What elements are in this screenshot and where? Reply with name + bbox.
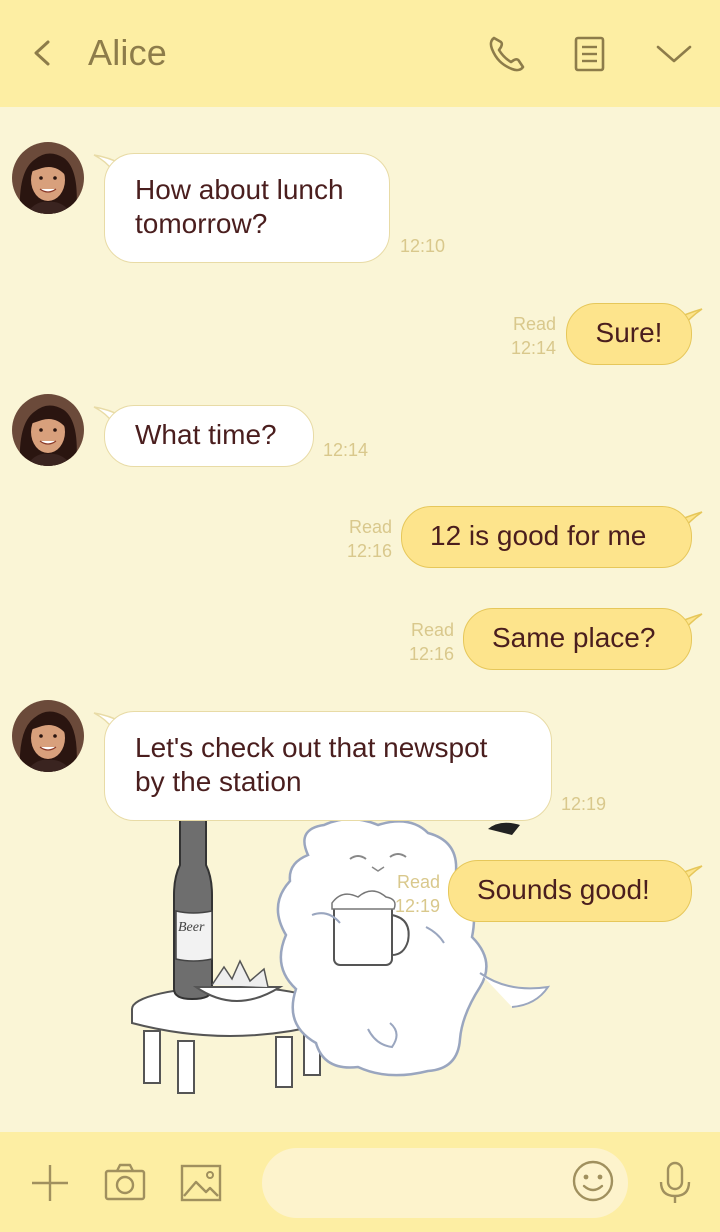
chat-header: Alice [0, 0, 720, 107]
avatar-photo [12, 700, 84, 772]
read-receipt: Read [348, 517, 392, 537]
emoji-icon [572, 1160, 614, 1202]
notes-icon [574, 36, 605, 72]
message-bubble-incoming[interactable]: How about lunch tomorrow? [104, 153, 390, 263]
plus-icon [32, 1165, 68, 1201]
message-input-bar [0, 1132, 720, 1232]
emoji-button[interactable] [570, 1158, 616, 1204]
chevron-down-icon [656, 45, 692, 63]
read-receipt: Read [410, 620, 454, 640]
contact-avatar[interactable] [12, 142, 84, 214]
message-list[interactable]: Beer How about lunch tomorrow? 12:10 Rea… [0, 107, 720, 1132]
message-bubble-outgoing[interactable]: Sounds good! [448, 860, 692, 922]
message-time: 12:19 [561, 794, 607, 814]
message-time: 12:14 [323, 440, 369, 460]
image-icon [180, 1164, 222, 1202]
message-text-line: by the station [135, 766, 302, 797]
message-bubble-outgoing[interactable]: Same place? [463, 608, 692, 670]
microphone-icon [659, 1161, 691, 1203]
message-bubble-outgoing[interactable]: 12 is good for me [401, 506, 692, 568]
message-text-line: tomorrow? [135, 208, 268, 239]
notes-button[interactable] [564, 28, 616, 80]
voice-button[interactable] [652, 1160, 698, 1206]
chat-title: Alice [88, 32, 168, 73]
message-time: 12:16 [346, 541, 392, 561]
message-bubble-incoming[interactable]: What time? [104, 405, 314, 467]
contact-avatar[interactable] [12, 394, 84, 466]
attach-button[interactable] [27, 1160, 73, 1206]
call-button[interactable] [480, 28, 532, 80]
back-button[interactable] [22, 30, 62, 76]
avatar-photo [12, 142, 84, 214]
message-bubble-outgoing[interactable]: Sure! [566, 303, 692, 365]
read-receipt: Read [512, 314, 556, 334]
camera-icon [104, 1163, 146, 1201]
message-time: 12:16 [408, 644, 454, 664]
menu-dropdown-button[interactable] [648, 28, 700, 80]
gallery-button[interactable] [178, 1160, 224, 1206]
message-text-line: How about lunch [135, 174, 344, 205]
phone-icon [489, 36, 525, 72]
back-arrow-icon [34, 40, 50, 66]
bottle-label: Beer [178, 920, 205, 935]
message-time: 12:14 [510, 338, 556, 358]
message-time: 12:10 [400, 236, 446, 256]
avatar-photo [12, 394, 84, 466]
camera-button[interactable] [102, 1160, 148, 1206]
read-receipt: Read [396, 872, 440, 892]
message-time: 12:19 [394, 896, 440, 916]
message-text-line: Let's check out that newspot [135, 732, 488, 763]
contact-avatar[interactable] [12, 700, 84, 772]
message-bubble-incoming[interactable]: Let's check out that newspot by the stat… [104, 711, 552, 821]
